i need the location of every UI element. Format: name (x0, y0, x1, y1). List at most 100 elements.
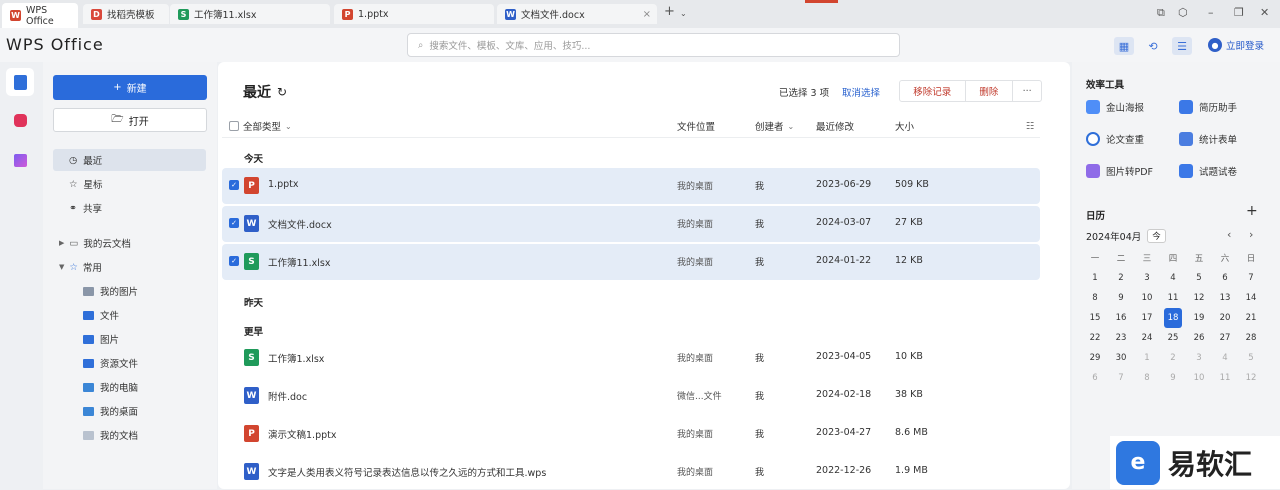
calendar-day[interactable]: 14 (1238, 288, 1264, 308)
calendar-day[interactable]: 24 (1134, 328, 1160, 348)
calendar-day[interactable]: 8 (1082, 288, 1108, 308)
nav-item-shared[interactable]: ⚭ 共享 (53, 197, 206, 219)
add-event-icon[interactable]: + (1246, 203, 1258, 219)
calendar-day[interactable]: 22 (1082, 328, 1108, 348)
file-row[interactable]: P 演示文稿1.pptx 我的桌面 我 2023-04-27 8.6 MB (222, 416, 1040, 452)
calendar-day[interactable]: 2 (1108, 268, 1134, 288)
calendar-day[interactable]: 27 (1212, 328, 1238, 348)
nav-item-recent[interactable]: ◷ 最近 (53, 149, 206, 171)
tab-pptx[interactable]: P 1.pptx (334, 4, 494, 24)
row-checkbox[interactable]: ✓ (229, 218, 239, 228)
tool-resume[interactable]: 简历助手 (1179, 100, 1237, 114)
tool-stats-form[interactable]: 统计表单 (1179, 132, 1237, 146)
file-row[interactable]: W 附件.doc 微信...文件 我 2024-02-18 38 KB (222, 378, 1040, 414)
delete-button[interactable]: 删除 (966, 81, 1014, 101)
calendar-day[interactable]: 1 (1082, 268, 1108, 288)
remove-record-button[interactable]: 移除记录 (900, 81, 966, 101)
calendar-day[interactable]: 6 (1082, 368, 1108, 388)
calendar-day[interactable]: 7 (1238, 268, 1264, 288)
calendar-day[interactable]: 11 (1160, 288, 1186, 308)
common-item-images[interactable]: 图片 (83, 330, 119, 348)
calendar-day[interactable]: 1 (1134, 348, 1160, 368)
minimize-icon[interactable]: – (1208, 6, 1214, 19)
calendar-day[interactable]: 13 (1212, 288, 1238, 308)
window-layout-icon[interactable]: ⧉ (1157, 6, 1165, 20)
pdf-icon[interactable] (6, 106, 34, 134)
calendar-day[interactable]: 5 (1238, 348, 1264, 368)
column-settings-icon[interactable]: ☷ (1026, 119, 1035, 133)
calendar-day[interactable]: 21 (1238, 308, 1264, 328)
calendar-day[interactable]: 4 (1160, 268, 1186, 288)
col-type[interactable]: 全部类型 ⌄ (229, 119, 292, 133)
cube-icon[interactable]: ⬡ (1178, 6, 1188, 19)
refresh-icon[interactable]: ↻ (277, 85, 287, 99)
common-item-desktop[interactable]: 我的桌面 (83, 402, 138, 420)
cancel-select-link[interactable]: 取消选择 (842, 85, 880, 99)
calendar-day[interactable]: 2 (1160, 348, 1186, 368)
calendar-day[interactable]: 29 (1082, 348, 1108, 368)
today-button[interactable]: 今 (1147, 229, 1166, 243)
col-creator[interactable]: 创建者 ⌄ (755, 119, 794, 134)
calendar-day[interactable]: 15 (1082, 308, 1108, 328)
calendar-day[interactable]: 9 (1160, 368, 1186, 388)
chevron-down-icon[interactable]: ⌄ (680, 9, 687, 18)
calendar-day[interactable]: 16 (1108, 308, 1134, 328)
common-item-resources[interactable]: 资源文件 (83, 354, 138, 372)
file-row[interactable]: ✓ P 1.pptx 我的桌面 我 2023-06-29 509 KB (222, 168, 1040, 204)
tool-paper-check[interactable]: 论文查重 (1086, 132, 1144, 146)
restore-icon[interactable]: ❐ (1234, 6, 1244, 19)
more-button[interactable]: ··· (1013, 81, 1041, 101)
search-input[interactable]: ⌕ 搜索文件、模板、文库、应用、技巧... (407, 33, 900, 57)
file-row[interactable]: W 文字是人类用表义符号记录表达信息以传之久远的方式和工具.wps 我的桌面 我 202… (222, 454, 1040, 490)
calendar-day[interactable]: 12 (1238, 368, 1264, 388)
tab-xlsx[interactable]: S 工作簿11.xlsx (170, 4, 330, 24)
calendar-day[interactable]: 30 (1108, 348, 1134, 368)
common-item-files[interactable]: 文件 (83, 306, 119, 324)
calendar-day[interactable]: 26 (1186, 328, 1212, 348)
file-row[interactable]: S 工作簿1.xlsx 我的桌面 我 2023-04-05 10 KB (222, 340, 1040, 376)
menu-icon[interactable]: ☰ (1172, 37, 1192, 55)
calendar-day[interactable]: 28 (1238, 328, 1264, 348)
calendar-day[interactable]: 9 (1108, 288, 1134, 308)
row-checkbox[interactable]: ✓ (229, 256, 239, 266)
row-checkbox[interactable]: ✓ (229, 180, 239, 190)
calendar-day[interactable]: 10 (1186, 368, 1212, 388)
file-row[interactable]: ✓ W 文档文件.docx 我的桌面 我 2024-03-07 27 KB (222, 206, 1040, 242)
calendar-day[interactable]: 4 (1212, 348, 1238, 368)
calendar-day[interactable]: 20 (1212, 308, 1238, 328)
calendar-day[interactable]: 25 (1160, 328, 1186, 348)
calendar-day[interactable]: 18 (1164, 308, 1182, 328)
calendar-day[interactable]: 11 (1212, 368, 1238, 388)
common-item-my-pictures[interactable]: 我的图片 (83, 282, 138, 300)
tool-test-paper[interactable]: 试题试卷 (1179, 164, 1237, 178)
close-icon[interactable]: × (643, 9, 651, 20)
apps-icon[interactable] (6, 146, 34, 174)
next-month-icon[interactable]: › (1249, 228, 1253, 241)
calendar-day[interactable]: 17 (1134, 308, 1160, 328)
calendar-day[interactable]: 3 (1134, 268, 1160, 288)
calendar-day[interactable]: 8 (1134, 368, 1160, 388)
prev-month-icon[interactable]: ‹ (1227, 228, 1231, 241)
calendar-day[interactable]: 6 (1212, 268, 1238, 288)
select-all-checkbox[interactable] (229, 121, 239, 131)
common-item-documents[interactable]: 我的文档 (83, 426, 138, 444)
tab-docx[interactable]: W 文档文件.docx × (497, 4, 657, 24)
tree-common[interactable]: ▼ ☆ 常用 (59, 258, 102, 276)
tool-poster[interactable]: 金山海报 (1086, 100, 1144, 114)
tab-wps-office[interactable]: W WPS Office (2, 3, 78, 28)
calendar-day[interactable]: 12 (1186, 288, 1212, 308)
close-window-icon[interactable]: ✕ (1260, 6, 1269, 19)
grid-view-icon[interactable]: ▦ (1114, 37, 1134, 55)
calendar-day[interactable]: 19 (1186, 308, 1212, 328)
open-button[interactable]: 🗁 打开 (53, 108, 207, 132)
calendar-day[interactable]: 3 (1186, 348, 1212, 368)
calendar-day[interactable]: 10 (1134, 288, 1160, 308)
sync-icon[interactable]: ⟲ (1143, 37, 1163, 55)
calendar-day[interactable]: 23 (1108, 328, 1134, 348)
nav-item-starred[interactable]: ☆ 星标 (53, 173, 206, 195)
documents-icon[interactable] (6, 68, 34, 96)
file-row[interactable]: ✓ S 工作簿11.xlsx 我的桌面 我 2024-01-22 12 KB (222, 244, 1040, 280)
tool-img-to-pdf[interactable]: 图片转PDF (1086, 164, 1153, 178)
new-button[interactable]: + 新建 (53, 75, 207, 100)
login-button[interactable]: ● 立即登录 (1208, 38, 1264, 52)
